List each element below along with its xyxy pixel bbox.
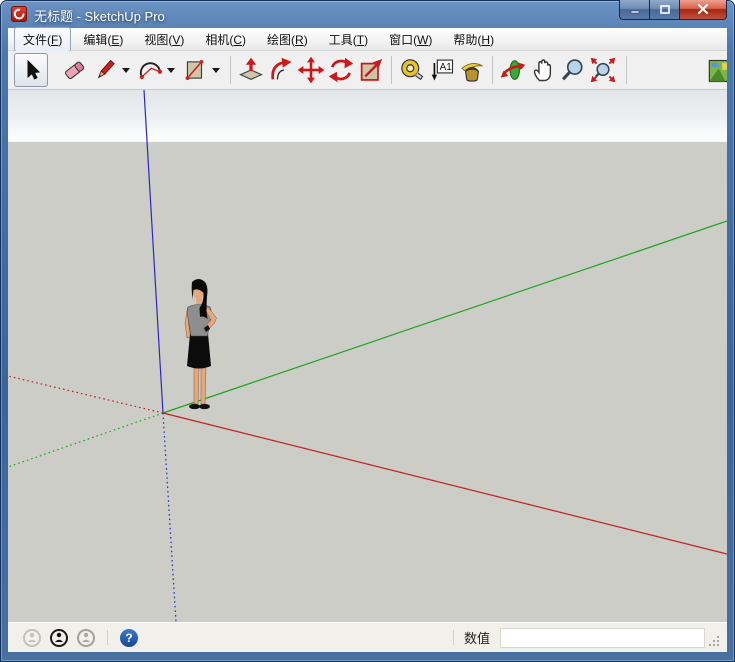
- person-skirt: [187, 333, 211, 369]
- drawing-axes: [8, 90, 727, 622]
- red-axis-solid: [163, 413, 727, 554]
- select-tool-button[interactable]: [14, 53, 48, 87]
- resize-grip[interactable]: [708, 635, 721, 648]
- scale-tool-button[interactable]: [356, 55, 386, 85]
- menu-file[interactable]: 文件(F): [14, 27, 71, 52]
- blue-axis-dotted: [163, 413, 176, 622]
- paint-bucket-icon: [458, 56, 486, 84]
- menu-view[interactable]: 视图(V): [135, 27, 193, 52]
- person-leg: [201, 368, 206, 404]
- green-axis-dotted: [8, 413, 163, 467]
- blue-axis-solid: [144, 90, 163, 413]
- menu-help[interactable]: 帮助(H): [444, 27, 503, 52]
- paint-bucket-tool-button[interactable]: [457, 55, 487, 85]
- person-leg: [194, 368, 199, 404]
- person-component[interactable]: [178, 278, 228, 414]
- close-button[interactable]: [679, 0, 727, 20]
- tape-measure-tool-button[interactable]: [397, 55, 427, 85]
- follow-me-tool-button[interactable]: [266, 55, 296, 85]
- rectangle-dropdown-arrow-icon[interactable]: [212, 68, 220, 73]
- text-icon: A1: [428, 56, 456, 84]
- menu-camera[interactable]: 相机(C): [196, 27, 255, 52]
- titlebar[interactable]: 无标题 - SketchUp Pro: [0, 0, 735, 28]
- pan-hand-icon: [529, 56, 557, 84]
- rotate-icon: [327, 56, 355, 84]
- orbit-tool-button[interactable]: [498, 55, 528, 85]
- window-title: 无标题 - SketchUp Pro: [34, 6, 165, 25]
- pencil-icon: [92, 57, 118, 83]
- line-dropdown-arrow-icon[interactable]: [122, 68, 130, 73]
- eraser-tool-button[interactable]: [60, 55, 90, 85]
- menu-edit[interactable]: 编辑(E): [74, 27, 132, 52]
- svg-text:A1: A1: [440, 62, 453, 73]
- toolbar-separator: [626, 56, 627, 84]
- window-controls: [620, 0, 727, 20]
- menu-draw[interactable]: 绘图(R): [258, 27, 317, 52]
- scale-icon: [357, 56, 385, 84]
- geolocation-status-icon[interactable]: [23, 629, 41, 647]
- statusbar: ? 数值: [8, 622, 727, 652]
- push-pull-icon: [237, 56, 265, 84]
- map-icon: [707, 57, 727, 85]
- person-shoe: [189, 404, 200, 409]
- green-axis-solid: [163, 221, 727, 413]
- orbit-icon: [499, 56, 527, 84]
- text-tool-button[interactable]: A1: [427, 55, 457, 85]
- menu-tools[interactable]: 工具(T): [320, 27, 377, 52]
- add-location-tool-button[interactable]: [706, 56, 727, 86]
- menubar: 文件(F) 编辑(E) 视图(V) 相机(C) 绘图(R) 工具(T) 窗口(W…: [8, 28, 727, 51]
- move-tool-button[interactable]: [296, 55, 326, 85]
- rotate-tool-button[interactable]: [326, 55, 356, 85]
- follow-me-icon: [267, 56, 295, 84]
- model-viewport[interactable]: [8, 90, 727, 622]
- menu-window[interactable]: 窗口(W): [380, 27, 441, 52]
- select-arrow-icon: [19, 58, 43, 82]
- arc-dropdown-arrow-icon[interactable]: [167, 68, 175, 73]
- statusbar-separator: [107, 630, 108, 645]
- rectangle-icon: [182, 57, 208, 83]
- zoom-tool-button[interactable]: [558, 55, 588, 85]
- line-tool-button[interactable]: [90, 55, 120, 85]
- arc-icon: [136, 56, 164, 84]
- toolbar: A1: [8, 51, 727, 90]
- toolbar-separator: [492, 56, 493, 84]
- push-pull-tool-button[interactable]: [236, 55, 266, 85]
- rectangle-tool-button[interactable]: [180, 55, 210, 85]
- statusbar-separator: [453, 630, 454, 645]
- help-icon[interactable]: ?: [120, 629, 138, 647]
- zoom-extents-tool-button[interactable]: [588, 55, 618, 85]
- measurements-label: 数值: [464, 628, 490, 647]
- minimize-button[interactable]: [619, 0, 650, 20]
- zoom-icon: [559, 56, 587, 84]
- toolbar-separator: [230, 56, 231, 84]
- move-icon: [297, 56, 325, 84]
- arc-tool-button[interactable]: [135, 55, 165, 85]
- tape-measure-icon: [398, 56, 426, 84]
- toolbar-separator: [391, 56, 392, 84]
- person-shoe: [199, 404, 210, 409]
- sketchup-logo-icon: [11, 6, 27, 22]
- app-window: 无标题 - SketchUp Pro 文件(F) 编辑(E) 视图(V) 相机(…: [0, 0, 735, 662]
- sign-in-status-icon[interactable]: [77, 629, 95, 647]
- measurements-input[interactable]: [500, 628, 705, 648]
- pan-tool-button[interactable]: [528, 55, 558, 85]
- attribution-status-icon[interactable]: [50, 629, 68, 647]
- eraser-icon: [62, 57, 88, 83]
- maximize-button[interactable]: [649, 0, 680, 20]
- zoom-extents-icon: [589, 56, 617, 84]
- red-axis-dotted: [8, 376, 163, 413]
